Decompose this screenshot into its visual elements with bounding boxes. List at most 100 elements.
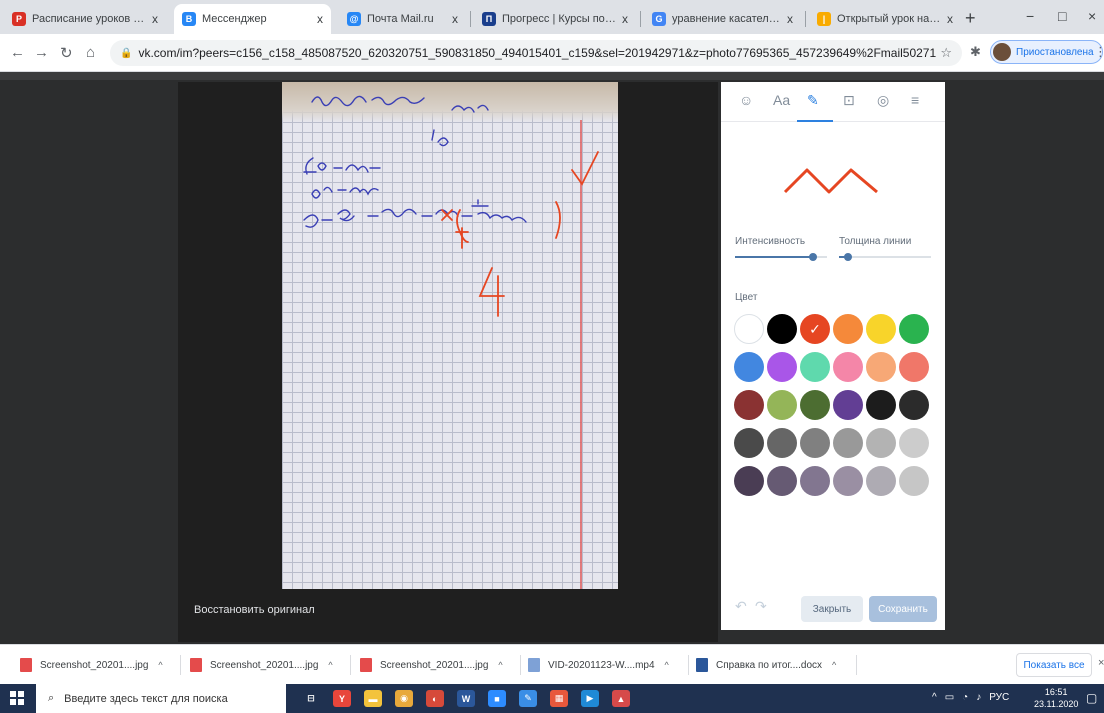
save-button[interactable]: Сохранить xyxy=(869,596,937,622)
intensity-slider[interactable] xyxy=(735,253,827,261)
menu-dots-icon[interactable]: ⋮ xyxy=(1094,44,1104,60)
photo-image[interactable] xyxy=(282,82,618,589)
clock[interactable]: 16:51 23.11.2020 xyxy=(1034,686,1078,710)
chevron-up-icon[interactable]: ^ xyxy=(328,660,332,670)
color-swatch[interactable] xyxy=(767,390,797,420)
color-swatch[interactable] xyxy=(800,390,830,420)
color-swatch[interactable] xyxy=(800,352,830,382)
close-window-icon[interactable]: × xyxy=(1088,8,1096,24)
color-swatch[interactable] xyxy=(767,428,797,458)
browser-tab[interactable]: Р Расписание уроков на II чет x xyxy=(4,4,166,34)
notifications-icon[interactable]: ▢ xyxy=(1086,691,1097,705)
close-tab-icon[interactable]: x xyxy=(622,12,628,26)
new-tab-icon[interactable]: + xyxy=(965,8,976,29)
task-view-icon[interactable]: ⊟ xyxy=(302,690,320,707)
color-swatch[interactable] xyxy=(899,314,929,344)
app-icon[interactable]: ◐ xyxy=(426,690,444,707)
browser-tab[interactable]: | Открытый урок на тему: Ур x xyxy=(809,4,961,34)
bookmark-star-icon[interactable]: ☆ xyxy=(940,45,952,61)
color-swatch[interactable] xyxy=(833,390,863,420)
browser-tab[interactable]: @ Почта Mail.ru x xyxy=(339,4,466,34)
crop-icon[interactable]: ⊡ xyxy=(843,92,855,109)
intensity-slider-knob[interactable] xyxy=(809,253,818,261)
sticker-smile-icon[interactable]: ☺ xyxy=(739,92,753,108)
download-item[interactable]: Screenshot_20201....jpg ^ xyxy=(190,653,333,677)
color-swatch[interactable] xyxy=(734,352,764,382)
close-tab-icon[interactable]: x xyxy=(787,12,793,26)
color-swatch[interactable] xyxy=(767,466,797,496)
download-item[interactable]: Справка по итог....docx ^ xyxy=(696,653,836,677)
download-item[interactable]: Screenshot_20201....jpg ^ xyxy=(20,653,163,677)
word-icon[interactable]: W xyxy=(457,690,475,707)
browser-tab[interactable]: Gуравнение касательной БА x xyxy=(644,4,801,34)
media-icon[interactable]: ▶ xyxy=(581,690,599,707)
color-swatch[interactable] xyxy=(866,352,896,382)
download-item[interactable]: VID-20201123-W....mp4 ^ xyxy=(528,653,669,677)
restore-original-link[interactable]: Восстановить оригинал xyxy=(194,604,315,616)
color-swatch[interactable] xyxy=(866,314,896,344)
color-swatch[interactable] xyxy=(800,466,830,496)
close-downloads-icon[interactable]: × xyxy=(1098,657,1104,669)
reload-icon[interactable]: ↻ xyxy=(60,44,73,62)
close-tab-icon[interactable]: x xyxy=(452,12,458,26)
color-swatch[interactable] xyxy=(833,466,863,496)
browser-tab[interactable]: П Прогресс | Курсы повыше x xyxy=(474,4,636,34)
language-indicator[interactable]: РУС xyxy=(989,692,1009,703)
color-swatch[interactable] xyxy=(734,466,764,496)
maximize-icon[interactable]: □ xyxy=(1058,8,1066,24)
text-tab[interactable]: Aa xyxy=(773,92,790,108)
brush-icon[interactable]: ✎ xyxy=(807,92,819,109)
undo-icon[interactable]: ↶ xyxy=(735,598,747,615)
chrome-icon[interactable]: ◉ xyxy=(395,690,413,707)
color-swatch[interactable] xyxy=(899,466,929,496)
color-swatch[interactable] xyxy=(734,314,764,344)
thickness-slider-knob[interactable] xyxy=(844,253,853,261)
download-item[interactable]: Screenshot_20201....jpg ^ xyxy=(360,653,503,677)
back-arrow-icon[interactable]: ← xyxy=(10,44,25,61)
address-bar[interactable]: 🔒 vk.com/im?peers=c156_c158_485087520_62… xyxy=(110,40,962,66)
office-icon[interactable]: ▦ xyxy=(550,690,568,707)
show-all-button[interactable]: Показать все xyxy=(1016,653,1092,677)
file-explorer-icon[interactable]: ▬ xyxy=(364,690,382,707)
chevron-up-icon[interactable]: ^ xyxy=(158,660,162,670)
windows-start-icon[interactable] xyxy=(10,691,24,705)
color-swatch[interactable] xyxy=(866,466,896,496)
color-swatch[interactable] xyxy=(767,314,797,344)
color-swatch[interactable] xyxy=(767,352,797,382)
profile-button[interactable]: Приостановлена xyxy=(990,40,1103,64)
home-icon[interactable]: ⌂ xyxy=(86,44,95,61)
close-tab-icon[interactable]: x xyxy=(317,12,323,26)
color-swatch[interactable] xyxy=(800,428,830,458)
chevron-up-icon[interactable]: ^ xyxy=(498,660,502,670)
color-swatch[interactable] xyxy=(734,428,764,458)
chevron-up-icon[interactable]: ^ xyxy=(832,660,836,670)
close-button[interactable]: Закрыть xyxy=(801,596,863,622)
color-swatch[interactable] xyxy=(833,352,863,382)
taskbar-search-input[interactable]: ⌕ Введите здесь текст для поиска xyxy=(36,684,286,713)
minimize-icon[interactable]: − xyxy=(1026,8,1034,24)
pdf-icon[interactable]: ▲ xyxy=(612,690,630,707)
chevron-up-icon[interactable]: ^ xyxy=(932,692,937,703)
redo-icon[interactable]: ↷ xyxy=(755,598,767,615)
settings-sliders-icon[interactable]: ≡ xyxy=(911,92,919,108)
paint-icon[interactable]: ✎ xyxy=(519,690,537,707)
color-swatch[interactable]: ✓ xyxy=(800,314,830,344)
thickness-slider[interactable] xyxy=(839,253,931,261)
yandex-browser-icon[interactable]: Y xyxy=(333,690,351,707)
color-swatch[interactable] xyxy=(899,390,929,420)
color-swatch[interactable] xyxy=(833,428,863,458)
zoom-icon[interactable]: ■ xyxy=(488,690,506,707)
color-swatch[interactable] xyxy=(734,390,764,420)
forward-arrow-icon[interactable]: → xyxy=(34,44,49,61)
extensions-icon[interactable]: ✱ xyxy=(970,44,981,60)
color-swatch[interactable] xyxy=(899,428,929,458)
close-tab-icon[interactable]: x xyxy=(152,12,158,26)
color-swatch[interactable] xyxy=(866,390,896,420)
filter-icon[interactable]: ◎ xyxy=(877,92,889,109)
color-swatch[interactable] xyxy=(833,314,863,344)
color-swatch[interactable] xyxy=(866,428,896,458)
battery-icon[interactable]: ▭ xyxy=(945,692,954,703)
network-icon[interactable]: ◔ xyxy=(962,692,968,703)
color-swatch[interactable] xyxy=(899,352,929,382)
close-tab-icon[interactable]: x xyxy=(947,12,953,26)
